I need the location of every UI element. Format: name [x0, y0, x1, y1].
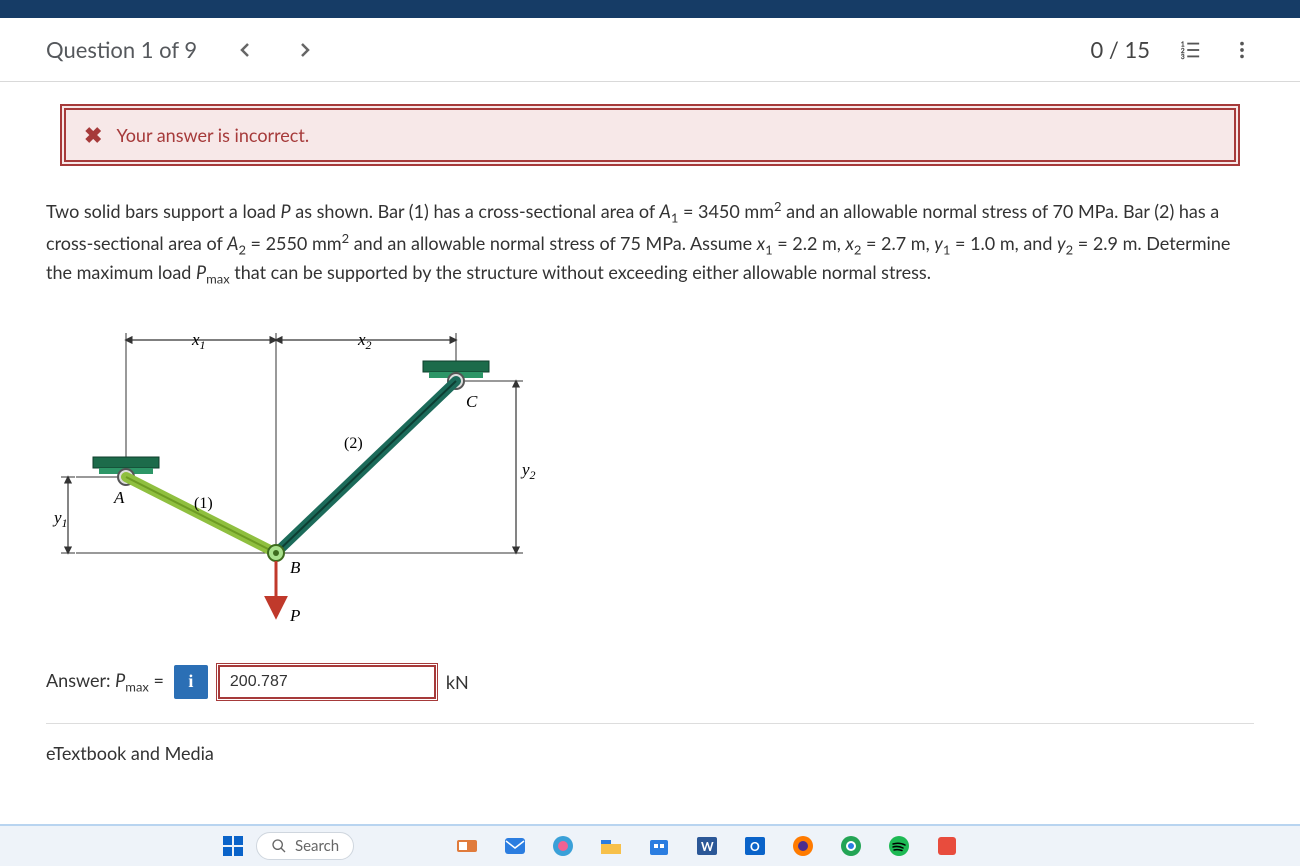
- taskbar-search[interactable]: Search: [256, 832, 354, 860]
- incorrect-answer-alert: ✖ Your answer is incorrect.: [60, 104, 1240, 166]
- svg-text:P: P: [289, 606, 300, 625]
- chevron-right-icon: [293, 38, 317, 62]
- svg-text:W: W: [701, 839, 714, 854]
- svg-text:x1: x1: [191, 330, 206, 352]
- search-placeholder: Search: [295, 837, 339, 855]
- answer-label: Answer: Pmax =: [46, 669, 164, 695]
- app-mail[interactable]: [502, 833, 528, 859]
- app-store[interactable]: [646, 833, 672, 859]
- taskbar-pinned-apps: W O: [454, 833, 960, 859]
- app-word[interactable]: W: [694, 833, 720, 859]
- kebab-menu-icon: [1231, 39, 1253, 61]
- more-options-button[interactable]: [1230, 38, 1254, 62]
- svg-text:x2: x2: [357, 330, 372, 352]
- app-spotify[interactable]: [886, 833, 912, 859]
- app-explorer[interactable]: [598, 833, 624, 859]
- app-outlook[interactable]: O: [742, 833, 768, 859]
- app-copilot[interactable]: [550, 833, 576, 859]
- header-left: Question 1 of 9: [46, 36, 317, 63]
- x-icon: ✖: [84, 124, 102, 146]
- svg-text:(1): (1): [194, 495, 213, 512]
- chevron-left-icon: [233, 38, 257, 62]
- app-chrome[interactable]: [838, 833, 864, 859]
- svg-text:C: C: [466, 392, 478, 411]
- svg-text:3: 3: [1181, 54, 1185, 61]
- windows-icon: [221, 834, 245, 858]
- structure-diagram: x1 x2 y1 y2: [46, 315, 1254, 635]
- problem-statement: Two solid bars support a load P as shown…: [46, 196, 1254, 289]
- svg-text:y1: y1: [52, 508, 68, 530]
- question-content: ✖ Your answer is incorrect. Two solid ba…: [0, 82, 1300, 816]
- windows-taskbar[interactable]: Search W O: [0, 826, 1300, 866]
- header-right: 0 / 15 1 2 3: [1091, 36, 1255, 63]
- info-button[interactable]: i: [174, 665, 208, 699]
- answer-row: Answer: Pmax = i kN: [46, 665, 1254, 699]
- answer-input[interactable]: [218, 665, 436, 699]
- start-button[interactable]: [220, 833, 246, 859]
- svg-text:(2): (2): [344, 435, 363, 452]
- answer-unit: kN: [446, 671, 469, 693]
- svg-text:y2: y2: [520, 460, 536, 482]
- svg-text:A: A: [113, 488, 125, 507]
- prev-question-button[interactable]: [233, 38, 257, 62]
- score-display: 0 / 15: [1091, 36, 1151, 63]
- app-misc[interactable]: [934, 833, 960, 859]
- question-title: Question 1 of 9: [46, 36, 197, 63]
- browser-chrome: [0, 0, 1300, 18]
- svg-text:B: B: [290, 558, 301, 577]
- etextbook-link[interactable]: eTextbook and Media: [46, 723, 1254, 764]
- app-firefox[interactable]: [790, 833, 816, 859]
- alert-text: Your answer is incorrect.: [116, 124, 309, 146]
- next-question-button[interactable]: [293, 38, 317, 62]
- svg-text:O: O: [750, 839, 760, 854]
- question-header: Question 1 of 9 0 / 15 1 2 3: [0, 18, 1300, 82]
- question-list-button[interactable]: 1 2 3: [1178, 38, 1202, 62]
- search-icon: [271, 838, 287, 854]
- page-viewport: Question 1 of 9 0 / 15 1 2 3: [0, 18, 1300, 826]
- app-snip[interactable]: [454, 833, 480, 859]
- numbered-list-icon: 1 2 3: [1179, 39, 1201, 61]
